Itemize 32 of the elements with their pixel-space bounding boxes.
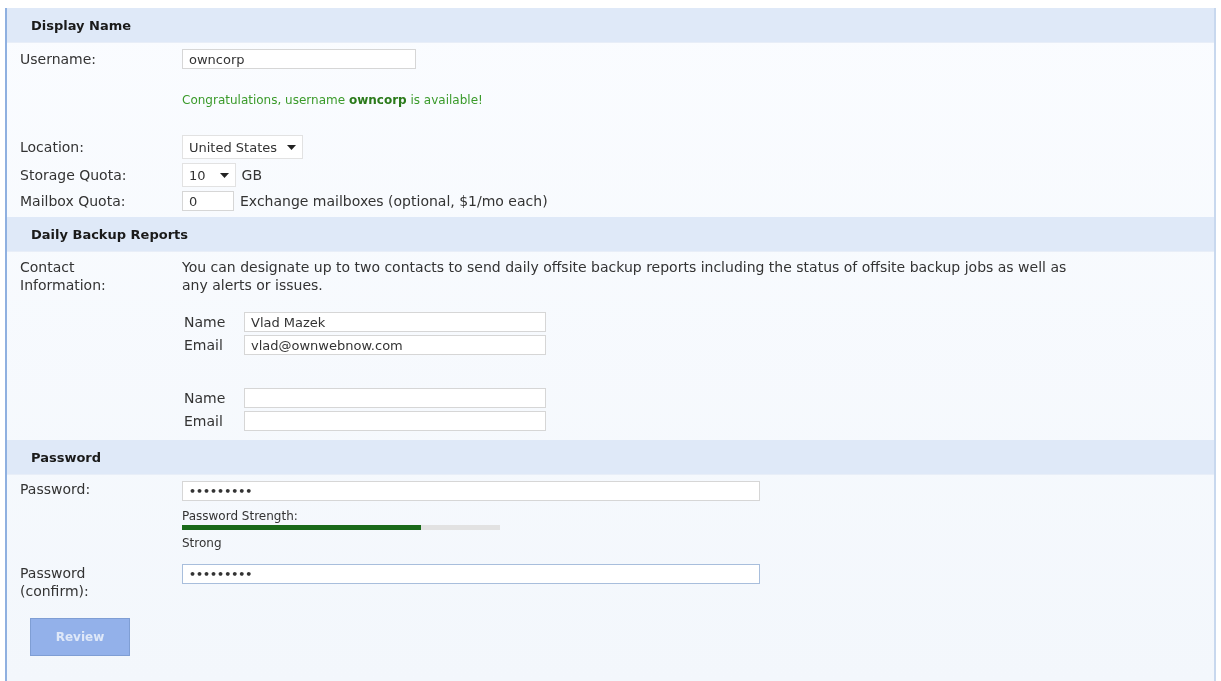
storage-dropdown[interactable]: 10 (182, 163, 236, 187)
field-note: Exchange mailboxes (optional, $1/mo each) (240, 193, 548, 209)
field-label: Mailbox Quota: (20, 193, 127, 209)
strength-label: Password Strength: (182, 509, 298, 523)
field-label: Email (183, 337, 224, 353)
section-title: Daily Backup Reports (31, 226, 189, 242)
field-label: Name (183, 314, 227, 330)
field-label: Email (183, 413, 224, 429)
field-label: Password: (20, 481, 92, 497)
email-field[interactable]: vlad@ownwebnow.com (244, 335, 546, 355)
email-field[interactable] (244, 411, 546, 431)
mailbox-quota-field[interactable]: 0 (182, 191, 234, 211)
field-label: Location: (20, 139, 85, 155)
name-field[interactable] (244, 388, 546, 408)
section-title: Display Name (31, 17, 132, 33)
name-field[interactable]: Vlad Mazek (244, 312, 546, 332)
field-label: Name (183, 390, 227, 406)
field-label: Contact Information: (20, 258, 107, 294)
unit-label: GB (241, 167, 262, 183)
location-dropdown[interactable]: United States (182, 135, 304, 159)
strength-value: Strong (182, 536, 222, 550)
field-label: Username: (20, 51, 98, 67)
field-label: Password (confirm): (20, 564, 90, 600)
description-text: You can designate up to two contacts to send daily offsite backup reports including the status of offsite backup jobs as well as any alerts or issues. (182, 258, 1068, 294)
caret-icon (219, 172, 229, 178)
confirm-password-field[interactable]: ••••••••• (182, 564, 760, 584)
username-field[interactable]: owncorp (182, 49, 416, 69)
availability-message: Congratulations, username owncorp is available! (182, 93, 483, 107)
field-label: Storage Quota: (20, 167, 128, 183)
section-title: Password (31, 449, 102, 465)
password-field[interactable]: ••••••••• (182, 481, 760, 501)
caret-icon (287, 144, 297, 150)
